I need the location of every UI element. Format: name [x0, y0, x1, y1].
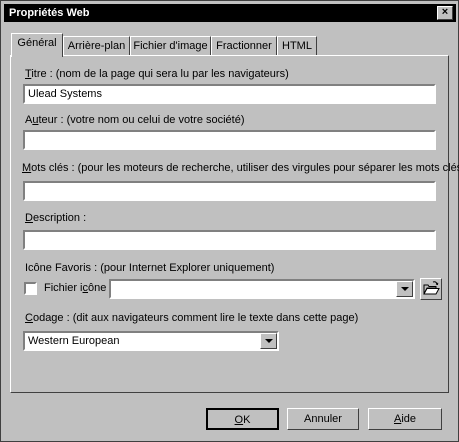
author-input[interactable]: [23, 130, 436, 150]
window-title: Propriétés Web: [9, 7, 90, 19]
tab-html[interactable]: HTML: [277, 36, 317, 56]
favicon-file-select[interactable]: [109, 279, 415, 299]
tab-image-file[interactable]: Fichier d'image: [130, 36, 211, 56]
title-label: Titre : (nom de la page qui sera lu par …: [25, 68, 289, 80]
close-button[interactable]: ×: [437, 6, 453, 20]
favicon-checkbox[interactable]: [24, 282, 37, 295]
favicon-checkbox-label: Fichier icône: [44, 282, 107, 294]
encoding-label: Codage : (dit aux navigateurs comment li…: [25, 312, 359, 324]
browse-folder-button[interactable]: [420, 278, 442, 300]
chevron-down-icon[interactable]: [260, 333, 277, 349]
title-input[interactable]: Ulead Systems: [23, 84, 436, 104]
keywords-label: Mots clés : (pour les moteurs de recherc…: [22, 162, 459, 174]
title-bar: Propriétés Web ×: [4, 4, 456, 22]
chevron-down-icon[interactable]: [396, 281, 413, 297]
tab-slice[interactable]: Fractionner: [211, 36, 277, 56]
tab-general[interactable]: Général: [11, 33, 63, 57]
description-label: Description :: [25, 212, 87, 224]
close-icon: ×: [441, 6, 449, 18]
cancel-button[interactable]: Annuler: [287, 408, 359, 430]
dialog-window: Propriétés Web × Général Arrière-plan Fi…: [0, 0, 459, 442]
tab-background[interactable]: Arrière-plan: [63, 36, 130, 56]
author-label: Auteur : (votre nom ou celui de votre so…: [25, 114, 245, 126]
description-input[interactable]: [23, 230, 436, 250]
keywords-input[interactable]: [23, 181, 436, 201]
ok-button[interactable]: OK: [206, 408, 279, 430]
folder-open-icon: [423, 281, 440, 295]
help-button[interactable]: Aide: [368, 408, 442, 430]
favicon-label: Icône Favoris : (pour Internet Explorer …: [25, 262, 275, 274]
encoding-select[interactable]: Western European: [23, 331, 279, 351]
